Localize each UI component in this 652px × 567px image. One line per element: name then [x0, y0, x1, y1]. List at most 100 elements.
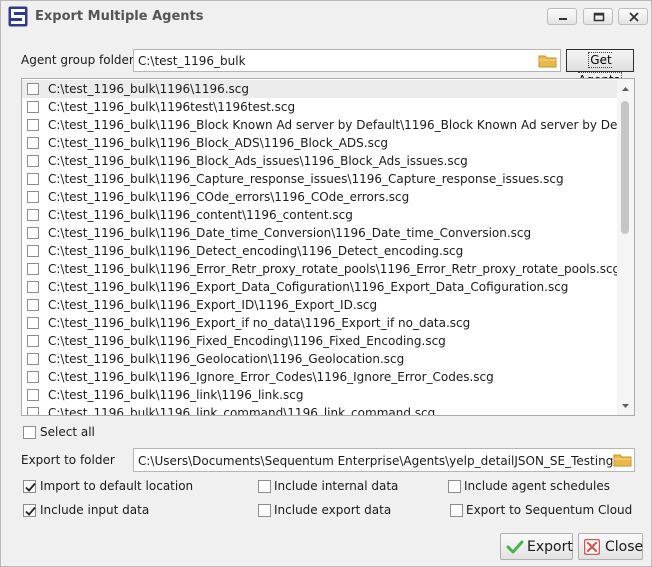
- list-item-checkbox[interactable]: [27, 137, 39, 149]
- select-all-label: Select all: [40, 425, 95, 439]
- minimize-button[interactable]: [547, 8, 577, 25]
- close-button[interactable]: Close: [578, 533, 643, 560]
- list-item[interactable]: C:\test_1196_bulk\1196_link\1196_link.sc…: [22, 386, 618, 404]
- list-item-path: C:\test_1196_bulk\1196_COde_errors\1196_…: [48, 190, 410, 204]
- include-input-checkbox[interactable]: [23, 504, 36, 517]
- include-input-label: Include input data: [40, 503, 150, 517]
- list-item[interactable]: C:\test_1196_bulk\1196_COde_errors\1196_…: [22, 188, 618, 206]
- maximize-button[interactable]: [583, 8, 613, 25]
- check-icon: [506, 540, 524, 554]
- list-item-path: C:\test_1196_bulk\1196_Fixed_Encoding\11…: [48, 334, 446, 348]
- export-folder-value: C:\Users\Documents\Sequentum Enterprise\…: [138, 454, 614, 468]
- close-window-button[interactable]: [618, 8, 648, 25]
- list-item-path: C:\test_1196_bulk\1196_Export_Data_Cofig…: [48, 280, 569, 294]
- export-folder-input[interactable]: C:\Users\Documents\Sequentum Enterprise\…: [133, 448, 635, 472]
- list-item-path: C:\test_1196_bulk\1196_Ignore_Error_Code…: [48, 370, 494, 384]
- list-item-path: C:\test_1196_bulk\1196_Export_if no_data…: [48, 316, 471, 330]
- scroll-down-icon[interactable]: [617, 399, 634, 413]
- list-item-path: C:\test_1196_bulk\1196_Geolocation\1196_…: [48, 352, 405, 366]
- list-item-checkbox[interactable]: [27, 317, 39, 329]
- export-folder-browse-icon[interactable]: [613, 452, 633, 468]
- list-item[interactable]: C:\test_1196_bulk\1196_Export_Data_Cofig…: [22, 278, 618, 296]
- list-item-checkbox[interactable]: [27, 371, 39, 383]
- include-export-checkbox[interactable]: [258, 504, 271, 517]
- include-internal-checkbox[interactable]: [258, 480, 271, 493]
- import-default-checkbox[interactable]: [23, 480, 36, 493]
- import-default-label: Import to default location: [40, 479, 194, 493]
- checkmark-icon: [25, 482, 36, 492]
- list-item[interactable]: C:\test_1196_bulk\1196_Block_Ads_issues\…: [22, 152, 618, 170]
- scroll-thumb[interactable]: [621, 101, 629, 234]
- list-item-checkbox[interactable]: [27, 263, 39, 275]
- list-item[interactable]: C:\test_1196_bulk\1196_Error_Retr_proxy_…: [22, 260, 618, 278]
- checkmark-icon: [25, 506, 36, 516]
- list-item-checkbox[interactable]: [27, 209, 39, 221]
- list-item-path: C:\test_1196_bulk\1196_link_command\1196…: [48, 406, 436, 416]
- list-item-checkbox[interactable]: [27, 173, 39, 185]
- maximize-icon: [593, 12, 605, 22]
- list-item[interactable]: C:\test_1196_bulk\1196_content\1196_cont…: [22, 206, 618, 224]
- title-bar: Export Multiple Agents: [1, 1, 651, 33]
- list-item[interactable]: C:\test_1196_bulk\1196_Detect_encoding\1…: [22, 242, 618, 260]
- list-item[interactable]: C:\test_1196_bulk\1196_Date_time_Convers…: [22, 224, 618, 242]
- close-button-label: Close: [605, 539, 644, 555]
- list-item-path: C:\test_1196_bulk\1196_link\1196_link.sc…: [48, 388, 304, 402]
- export-folder-label: Export to folder: [21, 453, 115, 467]
- list-item-path: C:\test_1196_bulk\1196_Block Known Ad se…: [48, 118, 618, 132]
- window-title: Export Multiple Agents: [35, 9, 204, 24]
- list-item-checkbox[interactable]: [27, 101, 39, 113]
- folder-browse-icon[interactable]: [538, 53, 558, 69]
- list-item-checkbox[interactable]: [27, 245, 39, 257]
- export-button[interactable]: Export: [500, 533, 573, 560]
- include-schedules-label: Include agent schedules: [464, 479, 611, 493]
- close-x-icon: [584, 539, 600, 555]
- list-item[interactable]: C:\test_1196_bulk\1196_Fixed_Encoding\11…: [22, 332, 618, 350]
- list-item-path: C:\test_1196_bulk\1196_Capture_response_…: [48, 172, 564, 186]
- list-item-path: C:\test_1196_bulk\1196_Detect_encoding\1…: [48, 244, 464, 258]
- list-item-path: C:\test_1196_bulk\1196_Block_ADS\1196_Bl…: [48, 136, 389, 150]
- list-item[interactable]: C:\test_1196_bulk\1196_Export_if no_data…: [22, 314, 618, 332]
- list-item-checkbox[interactable]: [27, 281, 39, 293]
- list-item[interactable]: C:\test_1196_bulk\1196_Capture_response_…: [22, 170, 618, 188]
- list-item-checkbox[interactable]: [27, 227, 39, 239]
- list-item[interactable]: C:\test_1196_bulk\1196_Block Known Ad se…: [22, 116, 618, 134]
- agent-group-folder-input[interactable]: C:\test_1196_bulk: [133, 49, 561, 72]
- list-item-checkbox[interactable]: [27, 389, 39, 401]
- export-cloud-checkbox[interactable]: [450, 504, 463, 517]
- list-item[interactable]: C:\test_1196_bulk\1196_link_command\1196…: [22, 404, 618, 416]
- list-item-checkbox[interactable]: [27, 191, 39, 203]
- export-multiple-agents-dialog: Export Multiple Agents Agent group folde…: [0, 0, 652, 567]
- agent-group-folder-value: C:\test_1196_bulk: [138, 54, 246, 68]
- include-export-label: Include export data: [274, 503, 392, 517]
- list-item[interactable]: C:\test_1196_bulk\1196_Ignore_Error_Code…: [22, 368, 618, 386]
- list-item-path: C:\test_1196_bulk\1196\1196.scg: [48, 82, 249, 96]
- list-item-path: C:\test_1196_bulk\1196_Error_Retr_proxy_…: [48, 262, 618, 276]
- list-item-path: C:\test_1196_bulk\1196_Block_Ads_issues\…: [48, 154, 468, 168]
- get-agents-button[interactable]: Get Agents: [566, 49, 634, 88]
- close-icon: [629, 12, 639, 22]
- list-item[interactable]: C:\test_1196_bulk\1196\1196.scg: [22, 80, 618, 98]
- list-item-path: C:\test_1196_bulk\1196_Date_time_Convers…: [48, 226, 532, 240]
- list-item-checkbox[interactable]: [27, 83, 39, 95]
- select-all-checkbox[interactable]: [23, 426, 36, 439]
- list-item-checkbox[interactable]: [27, 155, 39, 167]
- list-item[interactable]: C:\test_1196_bulk\1196_Export_ID\1196_Ex…: [22, 296, 618, 314]
- list-item-checkbox[interactable]: [27, 353, 39, 365]
- list-item-checkbox[interactable]: [27, 407, 39, 415]
- list-item[interactable]: C:\test_1196_bulk\1196_Block_ADS\1196_Bl…: [22, 134, 618, 152]
- list-item-checkbox[interactable]: [27, 299, 39, 311]
- agent-group-folder-label: Agent group folder: [21, 53, 134, 67]
- list-scrollbar[interactable]: [617, 79, 634, 415]
- list-item[interactable]: C:\test_1196_bulk\1196_Geolocation\1196_…: [22, 350, 618, 368]
- scroll-up-icon[interactable]: [617, 82, 634, 96]
- list-item-checkbox[interactable]: [27, 119, 39, 131]
- agents-list[interactable]: C:\test_1196_bulk\1196\1196.scg C:\test_1…: [21, 78, 635, 416]
- list-item-path: C:\test_1196_bulk\1196test\1196test.scg: [48, 100, 296, 114]
- list-item-path: C:\test_1196_bulk\1196_content\1196_cont…: [48, 208, 353, 222]
- include-schedules-checkbox[interactable]: [448, 480, 461, 493]
- list-item[interactable]: C:\test_1196_bulk\1196test\1196test.scg: [22, 98, 618, 116]
- list-item-checkbox[interactable]: [27, 335, 39, 347]
- include-internal-label: Include internal data: [274, 479, 399, 493]
- list-item-path: C:\test_1196_bulk\1196_Export_ID\1196_Ex…: [48, 298, 378, 312]
- app-logo-icon: [8, 6, 28, 27]
